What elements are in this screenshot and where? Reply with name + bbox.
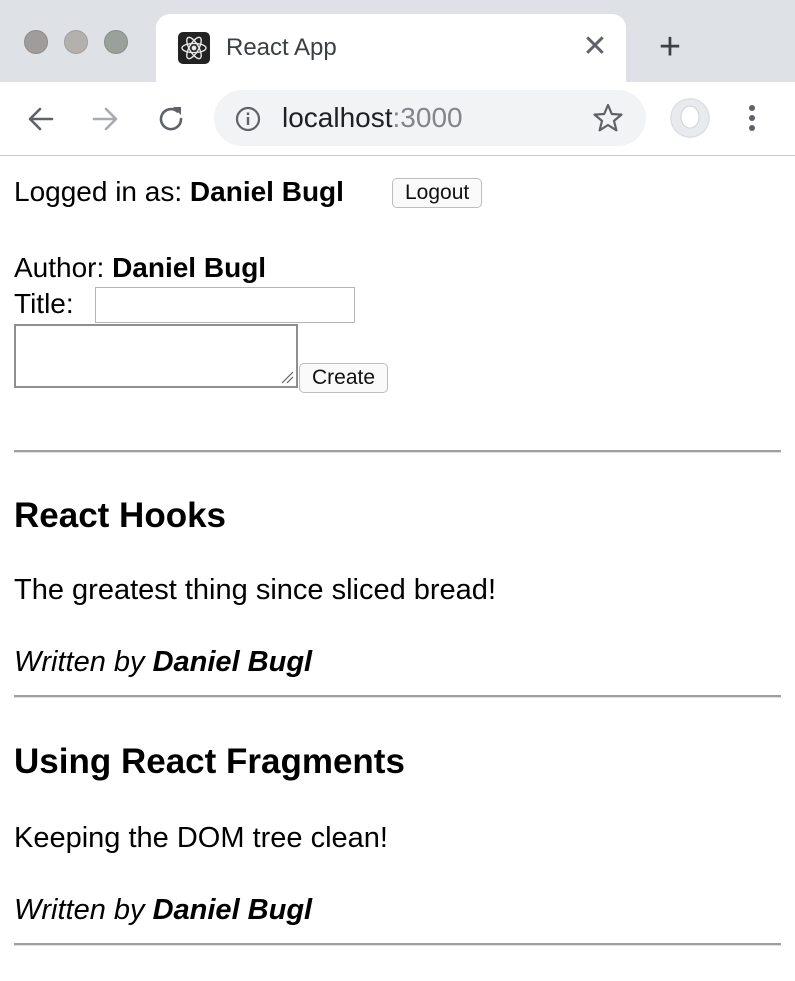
tab-close-icon[interactable]: ✕ [580, 32, 610, 62]
written-by-label: Written by [14, 894, 153, 926]
create-post-author: Author: Daniel Bugl [14, 252, 266, 284]
post-author-name: Daniel Bugl [152, 646, 313, 678]
post-author-line: Written by Daniel Bugl [14, 893, 312, 927]
author-name: Daniel Bugl [112, 252, 267, 283]
divider [14, 695, 781, 698]
browser-toolbar: localhost:3000 [0, 82, 795, 156]
divider [14, 943, 781, 946]
post-author-line: Written by Daniel Bugl [14, 645, 312, 679]
forward-arrow-icon[interactable] [88, 102, 122, 136]
close-window-button[interactable] [24, 30, 48, 54]
title-label: Title: [14, 288, 74, 319]
zoom-window-button[interactable] [104, 30, 128, 54]
tab-strip: React App ✕ + [0, 0, 795, 82]
divider [14, 450, 781, 453]
author-label: Author: [14, 252, 113, 283]
tab-react-app[interactable]: React App ✕ [156, 14, 626, 82]
logged-in-label: Logged in as: [14, 176, 190, 207]
address-bar[interactable]: localhost:3000 [214, 90, 646, 146]
back-arrow-icon[interactable] [24, 102, 58, 136]
menu-dots-icon[interactable] [740, 100, 764, 136]
post-author-name: Daniel Bugl [152, 894, 313, 926]
url-port: :3000 [392, 102, 463, 133]
post-content: The greatest thing since sliced bread! [14, 574, 496, 606]
page-content: Logged in as: Daniel Bugl Logout Author:… [0, 156, 795, 981]
written-by-label: Written by [14, 646, 153, 678]
url-host: localhost [282, 102, 393, 133]
create-button[interactable]: Create [299, 363, 389, 393]
resize-grip-icon[interactable] [280, 370, 294, 384]
star-icon[interactable] [592, 102, 624, 134]
logged-in-user: Daniel Bugl [189, 176, 344, 207]
reload-icon[interactable] [154, 102, 188, 136]
info-icon[interactable] [234, 105, 262, 133]
post-title: React Hooks [14, 496, 227, 535]
react-favicon-icon [178, 32, 210, 64]
user-bar: Logged in as: Daniel Bugl [14, 176, 344, 208]
title-input[interactable] [95, 287, 355, 323]
profile-icon[interactable] [670, 98, 710, 138]
minimize-window-button[interactable] [64, 30, 88, 54]
content-textarea[interactable] [14, 324, 298, 388]
url-text: localhost:3000 [282, 102, 463, 134]
tab-title: React App [226, 34, 337, 61]
new-tab-icon[interactable]: + [652, 28, 688, 66]
post-content: Keeping the DOM tree clean! [14, 822, 388, 854]
post-title: Using React Fragments [14, 742, 405, 781]
logout-button[interactable]: Logout [392, 178, 483, 208]
